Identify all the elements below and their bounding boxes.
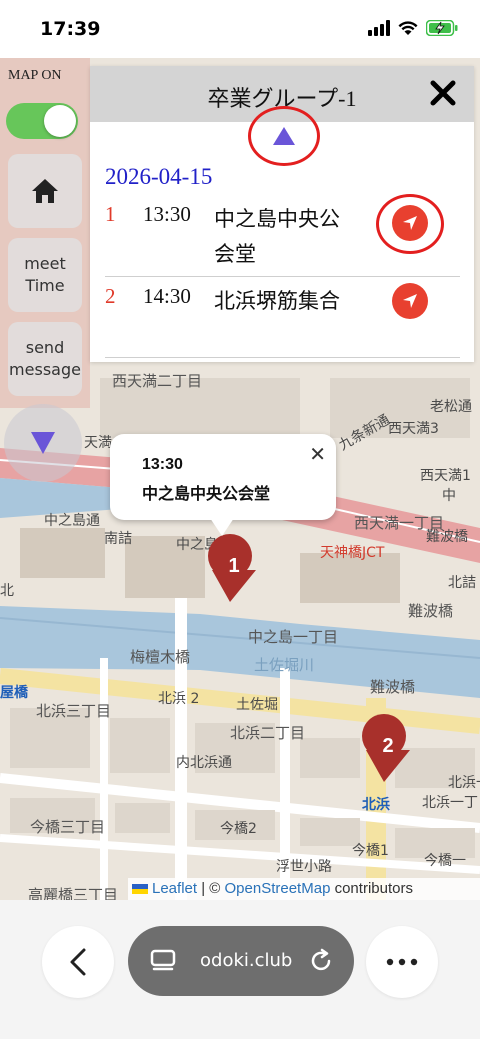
back-button[interactable] xyxy=(42,926,114,998)
map-label: 老松通 xyxy=(430,399,472,415)
entry-number: 1 xyxy=(105,202,116,226)
map-label: 今橋三丁目 xyxy=(30,818,106,836)
map-label: 北 xyxy=(0,583,14,599)
marker-2-label: 2 xyxy=(382,735,393,757)
navigate-button-2[interactable] xyxy=(392,283,428,319)
group-panel: 卒業グループ-1 2026-04-15 1 13:30 中之島中央公会堂 2 1… xyxy=(90,66,474,362)
map-label: 天満 xyxy=(84,435,112,451)
close-icon[interactable] xyxy=(428,78,458,108)
triangle-down-icon xyxy=(31,432,55,454)
map-attribution: Leaflet | © OpenStreetMap contributors xyxy=(128,878,480,900)
map-marker-1[interactable]: 1 xyxy=(206,532,262,609)
navigate-button-1[interactable] xyxy=(392,205,428,241)
map-label: 西天満1 xyxy=(420,468,471,484)
entry-place: 北浜堺筋集合 xyxy=(214,289,340,313)
map-popup[interactable]: 13:30 中之島中央公会堂 ✕ xyxy=(110,434,336,536)
more-options-button[interactable] xyxy=(366,926,438,998)
send-message-button[interactable]: send message xyxy=(8,322,82,396)
entry-divider xyxy=(105,357,460,358)
map-label: 今橋1 xyxy=(352,843,389,859)
map-label: 北浜一 xyxy=(448,775,480,791)
map-label: 屋橋 xyxy=(0,685,28,701)
popup-close-icon[interactable]: ✕ xyxy=(309,442,326,467)
map-label: 北詰 xyxy=(448,575,476,591)
map-label: 北浜三丁目 xyxy=(36,702,112,720)
meet-time-button[interactable]: meet Time xyxy=(8,238,82,312)
popup-time: 13:30 xyxy=(142,456,183,473)
map-label: 梅檀木橋 xyxy=(130,648,191,666)
attribution-contributors: contributors xyxy=(334,880,413,897)
send-message-label-1: send xyxy=(25,338,65,357)
popup-tip xyxy=(210,518,234,536)
collapse-down-button[interactable] xyxy=(4,404,82,482)
map-label: 浮世小路 xyxy=(276,859,332,875)
home-icon xyxy=(32,179,58,203)
entry-number: 2 xyxy=(105,284,116,308)
meet-time-label-1: meet xyxy=(24,254,66,273)
toggle-knob xyxy=(44,105,76,137)
reload-icon[interactable] xyxy=(308,948,334,974)
navigation-arrow-icon xyxy=(403,294,417,308)
map-label: 土佐堀 xyxy=(236,697,278,713)
triangle-up-icon xyxy=(273,127,295,145)
map-label: 高麗橋三丁目 xyxy=(28,886,119,900)
home-button[interactable] xyxy=(8,154,82,228)
map-label: 土佐堀川 xyxy=(254,656,315,674)
attribution-separator: | © xyxy=(201,880,221,897)
meet-time-label-2: Time xyxy=(25,276,65,295)
signal-icon xyxy=(368,20,390,36)
address-bar[interactable]: odoki.club xyxy=(128,926,354,996)
map-label: 中之島一丁目 xyxy=(248,628,339,646)
map-label: 中 xyxy=(442,488,456,504)
map-marker-2[interactable]: 2 xyxy=(360,712,416,789)
map-label: 北浜二丁目 xyxy=(230,724,306,742)
battery-charging-icon xyxy=(426,20,458,36)
entry-time: 13:30 xyxy=(143,202,191,226)
popup-place: 中之島中央公会堂 xyxy=(142,484,271,503)
status-time: 17:39 xyxy=(40,18,101,40)
browser-bottom-bar: odoki.club xyxy=(0,900,480,1039)
status-bar: 17:39 xyxy=(0,0,480,58)
entry-divider xyxy=(105,276,460,277)
marker-1-label: 1 xyxy=(228,555,239,577)
map-label: 難波橋 xyxy=(426,529,468,545)
entry-place: 中之島中央公会堂 xyxy=(214,207,340,266)
wifi-icon xyxy=(398,21,418,35)
osm-link[interactable]: OpenStreetMap xyxy=(225,880,331,897)
map-label: 南詰 xyxy=(104,531,132,547)
ukraine-flag-icon xyxy=(132,884,148,895)
send-message-label-2: message xyxy=(9,360,81,379)
schedule-date: 2026-04-15 xyxy=(105,164,213,189)
map-label: 難波橋 xyxy=(370,678,416,696)
map-label: 西天満二丁目 xyxy=(112,372,203,390)
map-label: 今橋2 xyxy=(220,821,257,837)
map-label: 天神橋JCT xyxy=(320,545,385,561)
tabs-list-icon xyxy=(150,949,176,971)
url-text: odoki.club xyxy=(200,950,293,971)
map-label: 難波橋 xyxy=(408,602,454,620)
map-on-label: MAP ON xyxy=(8,68,62,83)
leaflet-link[interactable]: Leaflet xyxy=(152,880,197,897)
map-label: 北浜 2 xyxy=(158,691,200,707)
navigation-arrow-icon xyxy=(403,216,417,230)
entry-time: 14:30 xyxy=(143,284,191,308)
status-icons xyxy=(368,20,458,36)
map-label: 内北浜通 xyxy=(176,755,232,771)
map-label: 中之島通 xyxy=(44,513,100,529)
ellipsis-icon xyxy=(386,958,418,966)
chevron-left-icon xyxy=(70,948,86,976)
map-on-toggle[interactable] xyxy=(6,103,78,139)
collapse-up-button[interactable] xyxy=(248,106,320,166)
map-label: 北浜一丁目 xyxy=(422,795,480,811)
map-label: 北浜 xyxy=(362,797,390,813)
map-label: 西天満3 xyxy=(388,421,439,437)
map-label: 今橋一 xyxy=(424,853,466,869)
